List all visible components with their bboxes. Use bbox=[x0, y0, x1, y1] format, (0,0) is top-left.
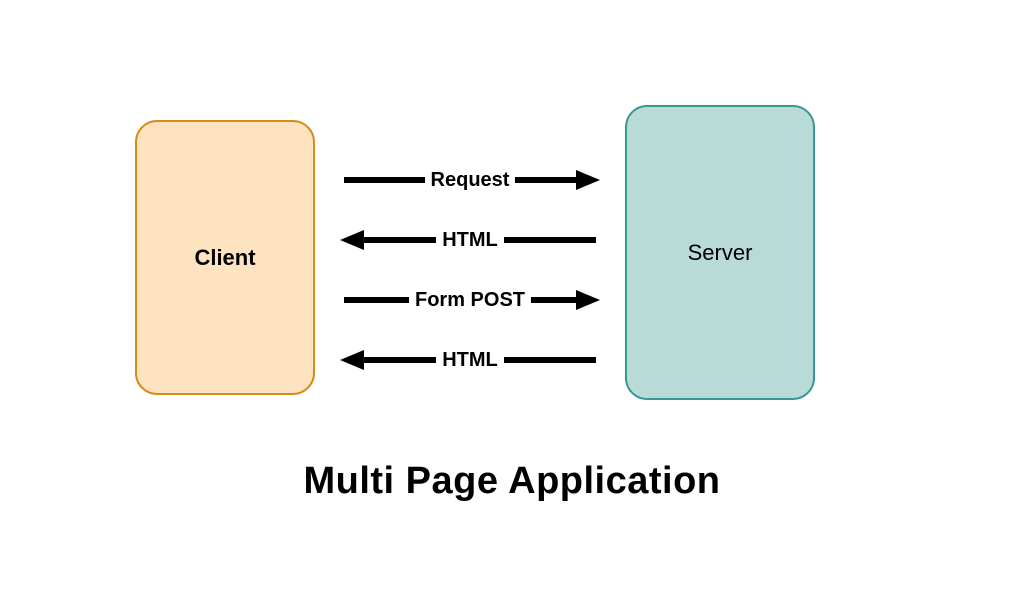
arrow-row-form-post: Form POST bbox=[340, 270, 600, 330]
arrow-label-html-1: HTML bbox=[442, 229, 498, 251]
arrow-label-wrap: HTML bbox=[436, 229, 504, 252]
arrows-container: Request HTML Form POST HTML bbox=[340, 150, 600, 390]
arrow-label-wrap: Form POST bbox=[409, 289, 531, 312]
server-node: Server bbox=[625, 105, 815, 400]
arrow-row-request: Request bbox=[340, 150, 600, 210]
arrow-row-html-2: HTML bbox=[340, 330, 600, 390]
arrow-label-html-2: HTML bbox=[442, 349, 498, 371]
arrow-label-request: Request bbox=[431, 169, 510, 191]
arrow-row-html-1: HTML bbox=[340, 210, 600, 270]
diagram-title: Multi Page Application bbox=[0, 460, 1024, 503]
arrow-label-wrap: Request bbox=[425, 169, 516, 192]
arrow-label-form-post: Form POST bbox=[415, 289, 525, 311]
client-label: Client bbox=[194, 245, 255, 271]
server-label: Server bbox=[688, 240, 753, 266]
arrow-label-wrap: HTML bbox=[436, 349, 504, 372]
client-node: Client bbox=[135, 120, 315, 395]
